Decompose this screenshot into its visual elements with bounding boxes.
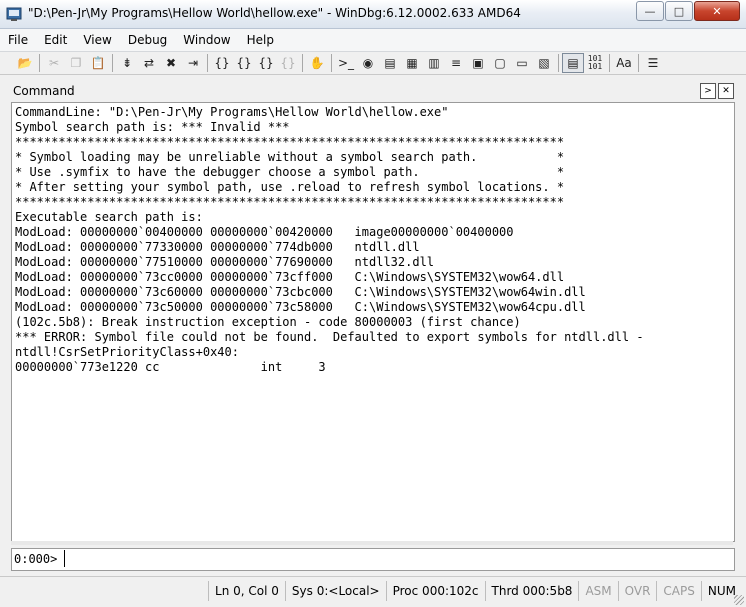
locals-window-icon[interactable]: ▤ (379, 53, 401, 73)
toolbar-separator (39, 54, 40, 72)
command-prompt-icon[interactable]: > (700, 83, 716, 99)
output-line: ModLoad: 00000000`73c60000 00000000`73cb… (15, 285, 586, 299)
status-caps: CAPS (656, 581, 700, 601)
source-mode-icon[interactable]: ▤ (562, 53, 584, 73)
stop-debugging-icon[interactable]: ✖ (160, 53, 182, 73)
copy-icon[interactable]: ❐ (65, 53, 87, 73)
output-line: *** ERROR: Symbol file could not be foun… (15, 330, 644, 344)
run-to-cursor-icon[interactable]: {} (277, 53, 299, 73)
break-icon[interactable]: ⇥ (182, 53, 204, 73)
hex-bottom-label: 101 (587, 62, 603, 71)
registers-window-icon[interactable]: ▦ (401, 53, 423, 73)
go-icon[interactable]: ⇟ (116, 53, 138, 73)
output-line: Executable search path is: (15, 210, 203, 224)
toolbar-separator (112, 54, 113, 72)
command-prompt-label: 0:000> (14, 552, 58, 566)
output-line: ModLoad: 00000000`77330000 00000000`774d… (15, 240, 420, 254)
toolbar-separator (331, 54, 332, 72)
menu-edit[interactable]: Edit (36, 33, 75, 47)
output-line: ****************************************… (15, 135, 565, 149)
minimize-button[interactable]: — (636, 1, 664, 21)
status-system: Sys 0:<Local> (284, 581, 386, 601)
toolbar-separator (638, 54, 639, 72)
pane-splitter[interactable] (11, 541, 733, 545)
output-line: ModLoad: 00000000`77510000 00000000`7769… (15, 255, 435, 269)
watch-window-icon[interactable]: ◉ (357, 53, 379, 73)
status-asm: ASM (578, 581, 617, 601)
maximize-button[interactable]: □ (665, 1, 693, 21)
toolbar-separator (207, 54, 208, 72)
menu-bar: File Edit View Debug Window Help (0, 29, 746, 52)
processes-threads-icon[interactable]: ▧ (533, 53, 555, 73)
menu-window[interactable]: Window (175, 33, 238, 47)
output-line: ntdll!CsrSetPriorityClass+0x40: (15, 345, 239, 359)
menu-debug[interactable]: Debug (120, 33, 175, 47)
callstack-window-icon[interactable]: ≡ (445, 53, 467, 73)
hand-icon[interactable]: ✋ (306, 53, 328, 73)
restart-icon[interactable]: ⇄ (138, 53, 160, 73)
output-text: CommandLine: "D:\Pen-Jr\My Programs\Hell… (12, 103, 734, 377)
menu-view[interactable]: View (75, 33, 119, 47)
output-line: CommandLine: "D:\Pen-Jr\My Programs\Hell… (15, 105, 449, 119)
output-line: * Symbol loading may be unreliable witho… (15, 150, 565, 164)
disassembly-window-icon[interactable]: ▣ (467, 53, 489, 73)
toolbar-separator (558, 54, 559, 72)
command-window-controls: > ✕ (698, 83, 734, 99)
step-into-icon[interactable]: {} (211, 53, 233, 73)
step-out-icon[interactable]: {} (255, 53, 277, 73)
close-pane-icon[interactable]: ✕ (718, 83, 734, 99)
open-file-icon[interactable]: 📂 (14, 53, 36, 73)
output-line: 00000000`773e1220 cc int 3 (15, 360, 326, 374)
command-input-row: 0:000> (11, 548, 735, 571)
output-line: ****************************************… (15, 195, 565, 209)
menu-file[interactable]: File (0, 33, 36, 47)
source-window-icon[interactable]: ▭ (511, 53, 533, 73)
paste-icon[interactable]: 📋 (87, 53, 109, 73)
command-window-header: Command > ✕ (10, 82, 736, 100)
memory-window-icon[interactable]: ▥ (423, 53, 445, 73)
command-output[interactable]: CommandLine: "D:\Pen-Jr\My Programs\Hell… (11, 102, 735, 542)
status-position: Ln 0, Col 0 (208, 581, 285, 601)
command-window-title: Command (13, 84, 75, 98)
window-title: "D:\Pen-Jr\My Programs\Hellow World\hell… (28, 6, 521, 20)
step-over-icon[interactable]: {} (233, 53, 255, 73)
toolbar-separator (302, 54, 303, 72)
output-line: * Use .symfix to have the debugger choos… (15, 165, 565, 179)
windbg-app-icon (6, 7, 22, 21)
font-icon[interactable]: Aa (613, 53, 635, 73)
window-controls: — □ ✕ (635, 1, 740, 21)
close-button[interactable]: ✕ (694, 1, 740, 21)
output-line: ModLoad: 00000000`73cc0000 00000000`73cf… (15, 270, 565, 284)
status-process: Proc 000:102c (385, 581, 485, 601)
title-bar[interactable]: "D:\Pen-Jr\My Programs\Hellow World\hell… (0, 0, 746, 29)
cut-icon[interactable]: ✂ (43, 53, 65, 73)
toolbar-separator (609, 54, 610, 72)
command-window-icon[interactable]: >_ (335, 53, 357, 73)
output-line: ModLoad: 00000000`73c50000 00000000`73c5… (15, 300, 586, 314)
resize-grip[interactable] (734, 595, 744, 605)
status-ovr: OVR (617, 581, 657, 601)
command-input[interactable] (64, 550, 729, 567)
toolbar: 📂 ✂ ❐ 📋 ⇟ ⇄ ✖ ⇥ {} {} {} {} ✋ >_ ◉ ▤ ▦ ▥… (0, 52, 746, 75)
output-line: (102c.5b8): Break instruction exception … (15, 315, 521, 329)
status-bar: Ln 0, Col 0 Sys 0:<Local> Proc 000:102c … (0, 576, 746, 607)
output-line: * After setting your symbol path, use .r… (15, 180, 565, 194)
menu-help[interactable]: Help (239, 33, 282, 47)
status-thread: Thrd 000:5b8 (484, 581, 579, 601)
scratch-pad-icon[interactable]: ▢ (489, 53, 511, 73)
output-line: Symbol search path is: *** Invalid *** (15, 120, 290, 134)
hex-display-icon[interactable]: 101 101 (584, 53, 606, 73)
output-line: ModLoad: 00000000`00400000 00000000`0042… (15, 225, 514, 239)
options-icon[interactable]: ☰ (642, 53, 664, 73)
